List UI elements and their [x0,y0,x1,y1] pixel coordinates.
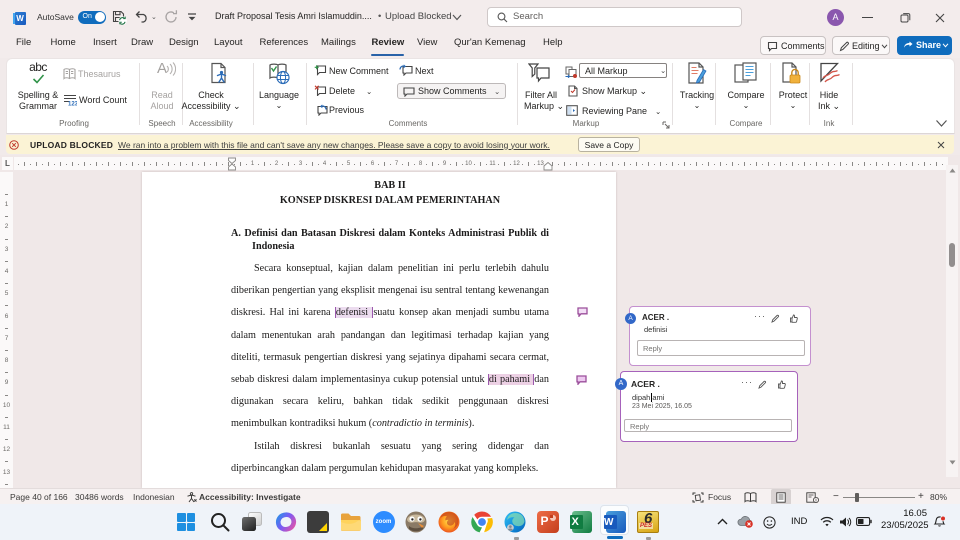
svg-text:123: 123 [68,102,77,107]
